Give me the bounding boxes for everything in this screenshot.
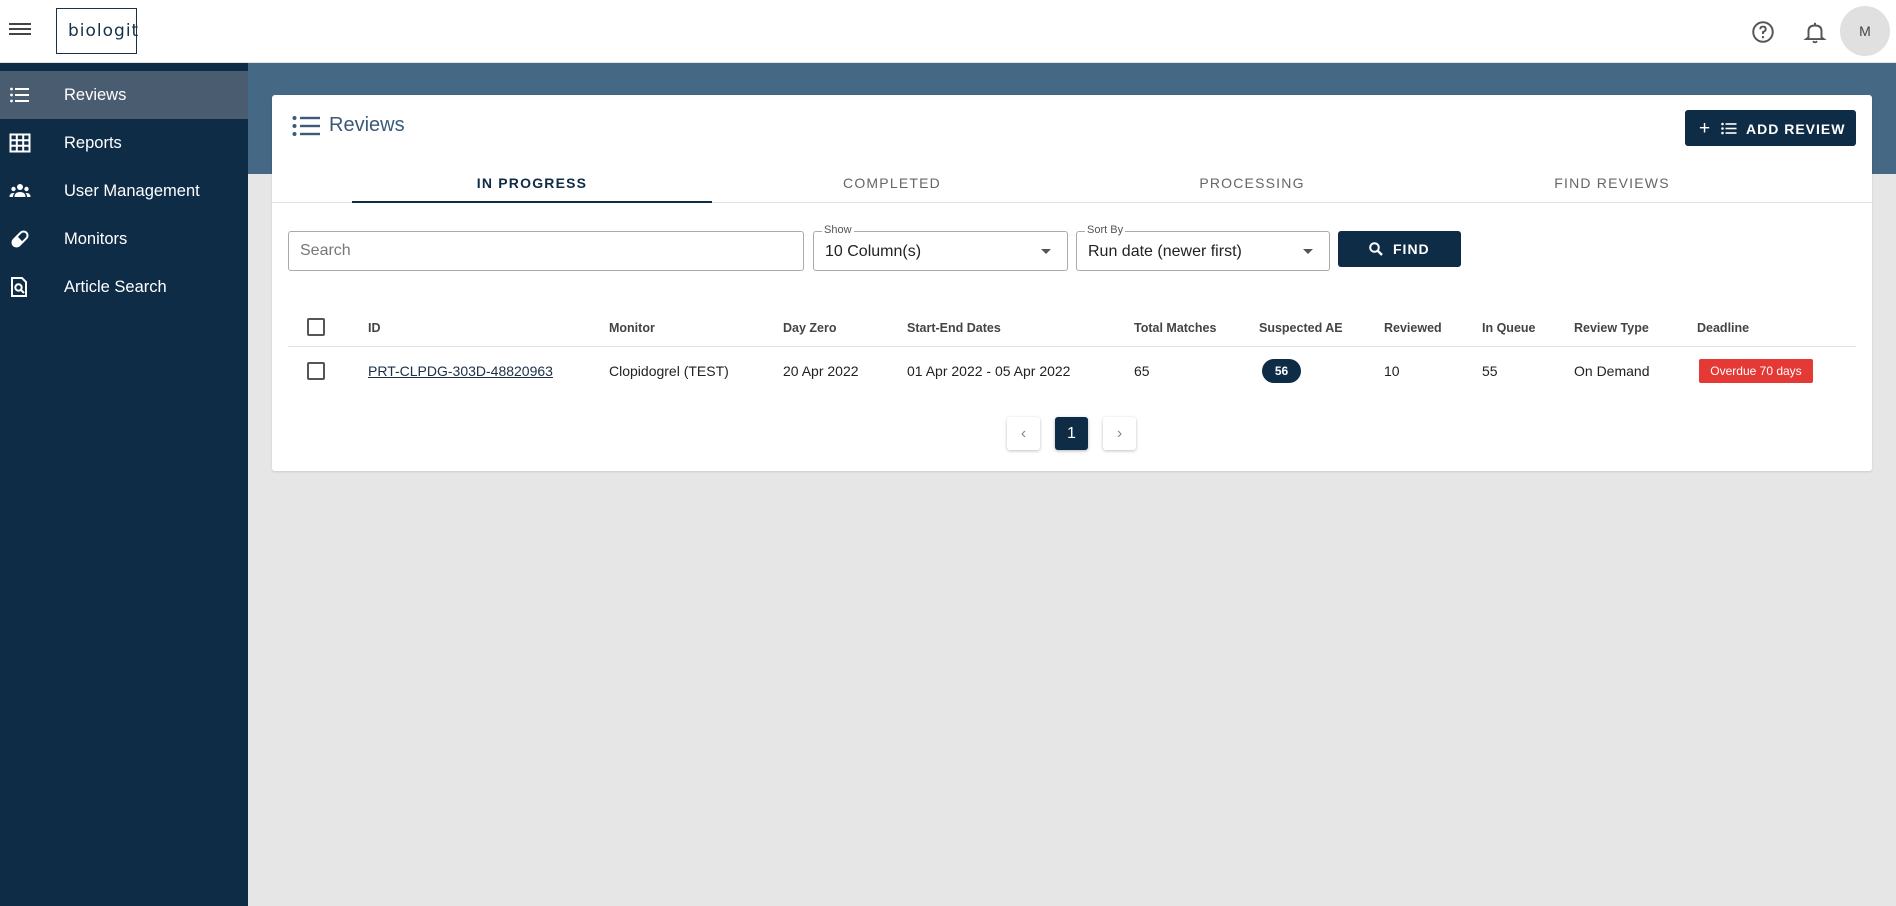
add-review-label: ADD REVIEW: [1746, 121, 1846, 137]
column-header-total-matches[interactable]: Total Matches: [1134, 321, 1216, 335]
column-header-day-zero[interactable]: Day Zero: [783, 321, 837, 335]
tab-processing[interactable]: PROCESSING: [1072, 164, 1432, 203]
show-columns-select[interactable]: Show 10 Column(s): [813, 224, 1068, 271]
pill-icon: [11, 230, 29, 248]
dropdown-arrow-icon: [1303, 249, 1313, 254]
page-title: Reviews: [329, 114, 405, 136]
sidebar-item-reports[interactable]: Reports: [0, 119, 248, 167]
column-header-id[interactable]: ID: [368, 321, 381, 335]
sidebar: Reviews Reports User Management Monitors…: [0, 63, 248, 906]
tabs: IN PROGRESS COMPLETED PROCESSING FIND RE…: [272, 164, 1872, 203]
find-button[interactable]: FIND: [1338, 231, 1461, 267]
column-header-reviewed[interactable]: Reviewed: [1384, 321, 1442, 335]
tab-in-progress[interactable]: IN PROGRESS: [352, 164, 712, 203]
column-header-in-queue[interactable]: In Queue: [1482, 321, 1535, 335]
tab-find-reviews[interactable]: FIND REVIEWS: [1432, 164, 1792, 203]
sidebar-item-label: Reports: [64, 133, 122, 152]
suspected-ae-badge: 56: [1262, 359, 1301, 383]
sidebar-item-reviews[interactable]: Reviews: [0, 71, 248, 119]
sidebar-item-monitors[interactable]: Monitors: [0, 215, 248, 263]
row-checkbox[interactable]: [307, 362, 325, 380]
sidebar-item-label: Article Search: [64, 277, 167, 296]
monitor-cell: Clopidogrel (TEST): [609, 363, 729, 379]
table-header: ID Monitor Day Zero Start-End Dates Tota…: [288, 307, 1856, 347]
show-select-value: 10 Column(s): [825, 243, 922, 260]
help-icon[interactable]: [1750, 19, 1776, 45]
plus-icon: +: [1699, 118, 1712, 139]
logo-text: biologit: [68, 21, 140, 41]
search-icon: [1369, 242, 1383, 256]
people-icon: [9, 184, 31, 197]
column-header-monitor[interactable]: Monitor: [609, 321, 655, 335]
page-button-current[interactable]: 1: [1055, 417, 1088, 450]
in-queue-cell: 55: [1482, 363, 1498, 379]
user-avatar[interactable]: M: [1840, 6, 1890, 56]
tab-completed[interactable]: COMPLETED: [712, 164, 1072, 203]
sidebar-item-label: Monitors: [64, 229, 128, 248]
table-row[interactable]: PRT-CLPDG-303D-48820963 Clopidogrel (TES…: [288, 348, 1856, 394]
next-page-button[interactable]: ›: [1103, 417, 1136, 450]
column-header-start-end-dates[interactable]: Start-End Dates: [907, 321, 1001, 335]
sort-select-value: Run date (newer first): [1088, 243, 1242, 260]
reviewed-cell: 10: [1384, 363, 1400, 379]
day-zero-cell: 20 Apr 2022: [783, 363, 859, 379]
list-icon: [292, 116, 320, 136]
logo[interactable]: biologit: [56, 8, 140, 54]
document-search-icon: [11, 277, 27, 297]
table-icon: [9, 133, 31, 153]
notifications-bell-icon[interactable]: [1802, 19, 1828, 45]
column-header-suspected-ae[interactable]: Suspected AE: [1259, 321, 1343, 335]
add-review-button[interactable]: + ADD REVIEW: [1685, 110, 1856, 146]
review-id-link[interactable]: PRT-CLPDG-303D-48820963: [368, 363, 553, 379]
reviews-card: Reviews + ADD REVIEW IN PROGRESS COMPLET…: [272, 95, 1872, 471]
prev-page-button[interactable]: ‹: [1007, 417, 1040, 450]
column-header-review-type[interactable]: Review Type: [1574, 321, 1649, 335]
review-type-cell: On Demand: [1574, 363, 1650, 379]
dropdown-arrow-icon: [1041, 249, 1051, 254]
sidebar-item-user-management[interactable]: User Management: [0, 167, 248, 215]
sidebar-item-label: Reviews: [64, 85, 127, 104]
sort-by-select[interactable]: Sort By Run date (newer first): [1076, 224, 1330, 271]
deadline-status-badge: Overdue 70 days: [1699, 359, 1813, 383]
select-all-checkbox[interactable]: [307, 318, 325, 336]
sidebar-item-article-search[interactable]: Article Search: [0, 263, 248, 311]
list-icon: [10, 87, 29, 103]
top-bar: biologit M: [0, 0, 1896, 63]
total-matches-cell: 65: [1134, 363, 1150, 379]
sidebar-item-label: User Management: [64, 181, 200, 200]
list-icon: [1721, 122, 1737, 135]
menu-icon[interactable]: [9, 20, 31, 42]
search-input[interactable]: [288, 231, 804, 271]
show-select-label: Show: [822, 224, 854, 236]
column-header-deadline[interactable]: Deadline: [1697, 321, 1749, 335]
dates-cell: 01 Apr 2022 - 05 Apr 2022: [907, 363, 1071, 379]
find-button-label: FIND: [1393, 241, 1430, 257]
sort-select-label: Sort By: [1085, 224, 1126, 236]
